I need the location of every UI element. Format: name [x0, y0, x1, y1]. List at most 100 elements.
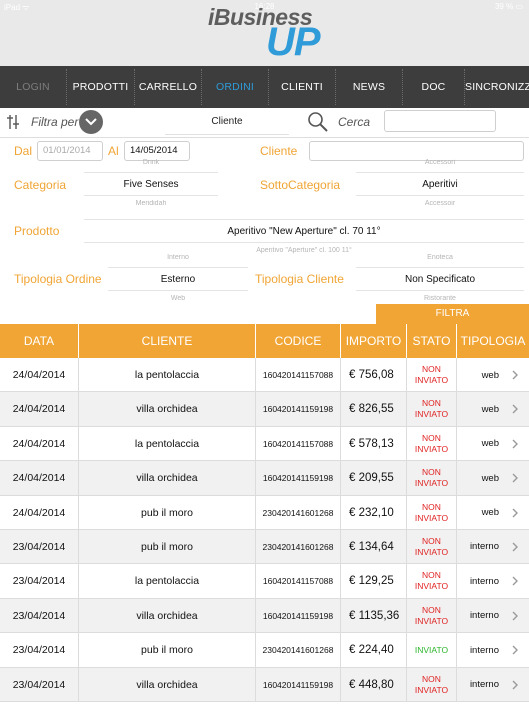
cell-cliente: villa orchidea [136, 472, 198, 485]
chevron-right-icon[interactable] [510, 403, 520, 415]
tipologia-ordine-picker[interactable]: Esterno [108, 267, 248, 291]
date-to-field[interactable]: 14/05/2014 [124, 141, 190, 161]
chevron-right-icon[interactable] [510, 679, 520, 691]
filter-field-select[interactable]: Cliente [165, 109, 289, 135]
cell-codice: 230420141601268 [262, 507, 334, 518]
cell-data: 23/04/2014 [12, 609, 66, 622]
chevron-right-icon[interactable] [510, 507, 520, 519]
stato-line-1: NON [422, 432, 441, 443]
tipologia-ordine-picker-next: Web [170, 295, 186, 302]
cell-codice: 160420141159198 [262, 404, 334, 415]
cell-data: 24/04/2014 [12, 472, 66, 485]
tab-ordini[interactable]: ORDINI [202, 66, 268, 108]
tab-news[interactable]: NEWS [336, 66, 402, 108]
cell-cliente: pub il moro [141, 506, 193, 519]
tab-doc[interactable]: DOC [403, 66, 464, 108]
sottocategoria-picker-next: Accessoir [424, 200, 456, 207]
cell-importo: € 578,13 [349, 437, 394, 450]
cell-stato: INVIATO [407, 633, 456, 667]
stato-line-2: INVIATO [414, 546, 449, 557]
date-to-label: Al [108, 144, 119, 158]
cell-codice: 160420141157088 [262, 370, 334, 380]
tipologia-cliente-picker-next: Ristorante [424, 295, 456, 302]
tipologia-cliente-picker[interactable]: Non Specificato [356, 267, 524, 291]
cell-stato: NON INVIATO [407, 668, 456, 702]
cell-importo: € 129,25 [349, 575, 394, 588]
table-row[interactable]: 23/04/2014 pub il moro 230420141601268 € 22… [0, 633, 529, 668]
cell-cliente: pub il moro [141, 644, 193, 657]
date-from-label: Dal [14, 144, 33, 158]
stato-line-2: INVIATO [414, 615, 449, 626]
app-logo: iBusiness UP [208, 4, 328, 64]
chevron-right-icon[interactable] [510, 610, 520, 622]
cell-tipologia: interno [469, 541, 499, 553]
cell-cliente: la pentolaccia [134, 437, 200, 450]
cell-importo: € 224,40 [349, 644, 394, 657]
cell-importo: € 232,10 [349, 506, 394, 519]
cell-importo: € 756,08 [349, 369, 394, 381]
column-header-cliente[interactable]: CLIENTE [79, 324, 255, 358]
cell-codice: 160420141159198 [262, 473, 334, 484]
cell-codice: 160420141157088 [262, 438, 334, 449]
cell-stato: NON INVIATO [407, 392, 456, 426]
column-header-importo[interactable]: IMPORTO [341, 324, 406, 358]
table-row[interactable]: 24/04/2014 villa orchidea 160420141159198 €… [0, 461, 529, 496]
chevron-right-icon[interactable] [510, 644, 520, 656]
prodotto-picker[interactable]: Aperitivo "New Aperture" cl. 70 11° [84, 219, 524, 243]
table-row[interactable]: 24/04/2014 pub il moro 230420141601268 € 23… [0, 495, 529, 530]
stato-line-2: INVIATO [414, 581, 449, 592]
column-header-stato[interactable]: STATO [407, 324, 456, 358]
chevron-right-icon[interactable] [510, 438, 520, 450]
table-row[interactable]: 24/04/2014 la pentolaccia 160420141157088 €… [0, 426, 529, 462]
cell-tipologia: web [481, 472, 499, 484]
column-header-tipologia[interactable]: TIPOLOGIA [457, 324, 529, 358]
prodotto-label: Prodotto [14, 224, 60, 238]
chevron-right-icon[interactable] [510, 369, 520, 381]
cliente-filter-label: Cliente [260, 144, 298, 158]
chevron-right-icon[interactable] [510, 472, 520, 484]
tab-clienti[interactable]: CLIENTI [269, 66, 335, 108]
table-row[interactable]: 23/04/2014 pub il moro 230420141601268 € 13… [0, 529, 529, 565]
table-row[interactable]: 23/04/2014 villa orchidea 160420141159198 €… [0, 598, 529, 634]
filtra-button[interactable]: FILTRA [376, 304, 529, 324]
stato-line-2: INVIATO [414, 409, 449, 420]
table-row[interactable]: 24/04/2014 la pentolaccia 160420141157088 €… [0, 358, 529, 393]
search-input[interactable] [384, 110, 496, 132]
stato-line-1: NON [422, 673, 441, 684]
cell-stato: NON INVIATO [407, 599, 456, 633]
column-header-data[interactable]: DATA [0, 324, 78, 358]
tab-login[interactable]: LOGIN [0, 66, 66, 108]
stato-line-2: INVIATO [414, 512, 449, 523]
cell-stato: NON INVIATO [407, 530, 456, 564]
cell-cliente: pub il moro [141, 540, 193, 553]
tab-carrello[interactable]: CARRELLO [135, 66, 201, 108]
cell-data: 24/04/2014 [12, 506, 66, 519]
cell-tipologia: interno [469, 575, 499, 587]
cell-codice: 230420141601268 [262, 541, 334, 552]
chevron-right-icon[interactable] [510, 575, 520, 587]
chevron-right-icon[interactable] [510, 541, 520, 553]
toggle-filters-button[interactable] [79, 110, 103, 134]
table-row[interactable]: 23/04/2014 la pentolaccia 160420141157088 €… [0, 564, 529, 599]
sottocategoria-picker[interactable]: Aperitivi [356, 172, 524, 196]
cell-importo: € 1135,36 [349, 609, 400, 622]
chevron-down-icon [85, 118, 97, 126]
categoria-picker-next: Merididah [135, 200, 167, 207]
tab-prodotti[interactable]: PRODOTTI [67, 66, 134, 108]
cell-importo: € 826,55 [349, 403, 394, 416]
stato-line-2: INVIATO [414, 375, 449, 385]
categoria-label: Categoria [14, 178, 67, 192]
table-row[interactable]: 23/04/2014 villa orchidea 160420141159198 €… [0, 667, 529, 702]
cell-codice: 160420141159198 [262, 679, 334, 690]
categoria-picker[interactable]: Five Senses [84, 172, 218, 196]
table-row[interactable]: 24/04/2014 villa orchidea 160420141159198 €… [0, 392, 529, 427]
date-from-field[interactable]: 01/01/2014 [37, 141, 103, 161]
cliente-filter-field[interactable] [309, 141, 524, 161]
column-header-codice[interactable]: CODICE [256, 324, 340, 358]
cell-data: 24/04/2014 [12, 437, 66, 450]
cell-stato: NON INVIATO [407, 427, 456, 461]
stato-line-2: INVIATO [414, 478, 449, 489]
tab-sincronizza[interactable]: SINCRONIZZA [465, 66, 529, 108]
cell-cliente: la pentolaccia [134, 369, 200, 381]
cell-data: 23/04/2014 [12, 644, 66, 657]
